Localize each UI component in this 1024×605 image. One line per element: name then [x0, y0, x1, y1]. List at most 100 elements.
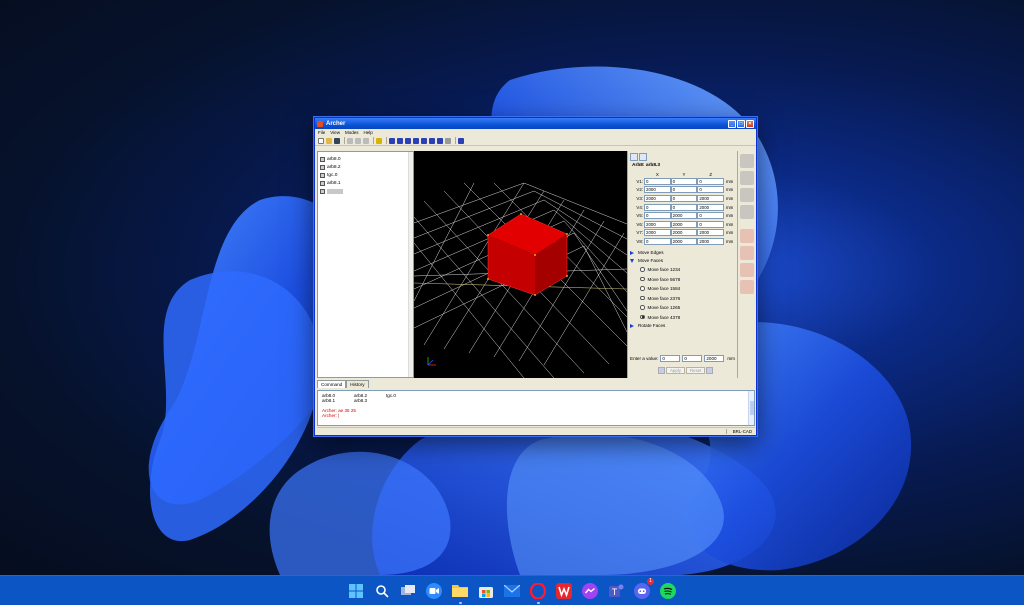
- wps-office-icon[interactable]: [554, 581, 574, 601]
- cone-primitive-icon[interactable]: [397, 137, 403, 144]
- tree-scrollbar[interactable]: [408, 152, 413, 377]
- apply-button[interactable]: Apply: [666, 367, 685, 374]
- center-icon[interactable]: [740, 205, 754, 219]
- vertex-y-field[interactable]: 2000: [670, 237, 698, 245]
- tab-history[interactable]: History: [346, 380, 369, 388]
- vertex-z-field[interactable]: 0: [697, 220, 724, 228]
- open-folder-icon[interactable]: [326, 137, 332, 144]
- radio-button[interactable]: [640, 276, 645, 282]
- menu-file[interactable]: File: [318, 130, 325, 135]
- vertex-x-field[interactable]: 2000: [644, 220, 671, 228]
- vertex-y-field[interactable]: 0: [670, 203, 698, 211]
- translate-component-icon[interactable]: [740, 246, 754, 260]
- center-component-icon[interactable]: [740, 280, 754, 294]
- vertex-z-field[interactable]: 2000: [697, 194, 724, 202]
- object-tree[interactable]: arb8.0 arb8.2 tgc.0 arb8.1 arb8.3: [317, 151, 414, 378]
- combination-icon[interactable]: [458, 137, 464, 144]
- enter-value-z-field[interactable]: 2000: [704, 355, 725, 362]
- vertex-x-field[interactable]: 2000: [644, 186, 671, 194]
- panel-tab-edit-icon[interactable]: [639, 153, 647, 161]
- vertex-x-field[interactable]: 0: [644, 237, 671, 245]
- enter-value-y-field[interactable]: 0: [682, 355, 703, 362]
- paste-icon[interactable]: [363, 137, 369, 144]
- tab-command[interactable]: Command: [317, 380, 347, 388]
- vertex-y-field[interactable]: 2000: [670, 229, 698, 237]
- vertex-z-field[interactable]: 0: [697, 212, 724, 220]
- vertex-y-field[interactable]: 0: [670, 177, 698, 185]
- tree-item[interactable]: arb8.0: [320, 155, 411, 163]
- tree-item[interactable]: arb8.2: [320, 163, 411, 171]
- move-face-radio[interactable]: Move face 1234: [630, 265, 735, 275]
- enter-value-x-field[interactable]: 0: [660, 355, 681, 362]
- previous-arrow-icon[interactable]: [658, 367, 665, 374]
- menu-modes[interactable]: Modes: [345, 130, 359, 135]
- vertex-z-field[interactable]: 0: [697, 177, 724, 185]
- radio-button[interactable]: [640, 286, 645, 291]
- arb8-primitive-icon[interactable]: [389, 137, 395, 144]
- radio-button[interactable]: [640, 295, 645, 301]
- tree-item-selected[interactable]: arb8.3: [320, 187, 411, 195]
- sphere-primitive-icon[interactable]: [413, 137, 419, 144]
- radio-button-checked[interactable]: [640, 314, 645, 320]
- reset-button[interactable]: Reset: [685, 367, 706, 374]
- vertex-x-field[interactable]: 0: [644, 177, 671, 185]
- windows-start-icon[interactable]: [346, 581, 366, 601]
- maximize-button[interactable]: □: [737, 119, 745, 128]
- ellipsoid-primitive-icon[interactable]: [405, 137, 411, 144]
- arb8-red-box[interactable]: [487, 213, 568, 296]
- radio-button[interactable]: [640, 305, 645, 310]
- discord-icon[interactable]: 1: [632, 577, 654, 601]
- mail-icon[interactable]: [502, 581, 522, 601]
- next-arrow-icon[interactable]: [706, 367, 714, 374]
- vertex-x-field[interactable]: 2000: [644, 194, 671, 202]
- scale-component-icon[interactable]: [740, 263, 754, 277]
- task-view-icon[interactable]: [398, 581, 418, 601]
- vertex-x-field[interactable]: 2000: [644, 229, 671, 237]
- translate-icon[interactable]: [740, 171, 754, 185]
- teams-icon[interactable]: T: [606, 581, 626, 601]
- menu-view[interactable]: View: [330, 130, 340, 135]
- save-icon[interactable]: [334, 137, 340, 144]
- panel-tab-properties-icon[interactable]: [630, 153, 638, 161]
- new-file-icon[interactable]: [318, 137, 324, 144]
- rotate-component-icon[interactable]: [740, 229, 754, 243]
- tree-item[interactable]: tgc.0: [320, 171, 411, 179]
- command-console[interactable]: arb8.0 arb8.2 tgc.0 arb8.1 arb8.3 Archer…: [317, 390, 755, 426]
- move-face-radio[interactable]: Move face 5678: [630, 274, 735, 284]
- move-face-radio[interactable]: Move face 1584: [630, 284, 735, 294]
- minimize-button[interactable]: _: [728, 119, 736, 128]
- move-face-radio[interactable]: Move face 2376: [630, 293, 735, 303]
- vertex-y-field[interactable]: 2000: [670, 220, 698, 228]
- measure-icon[interactable]: [445, 137, 451, 144]
- zoom-icon[interactable]: [424, 581, 444, 601]
- spotify-icon[interactable]: [658, 581, 678, 601]
- console-prompt[interactable]: Archer: |: [322, 413, 750, 418]
- close-button[interactable]: ×: [746, 119, 754, 128]
- vertex-y-field[interactable]: 0: [670, 186, 698, 194]
- move-faces-toggle[interactable]: Move Faces: [630, 257, 735, 265]
- vertex-x-field[interactable]: 0: [644, 212, 671, 220]
- vertex-y-field[interactable]: 0: [670, 194, 698, 202]
- rotate-icon[interactable]: [740, 154, 754, 168]
- rotate-faces-toggle[interactable]: Rotate Faces: [630, 322, 735, 330]
- torus-primitive-icon[interactable]: [421, 137, 427, 144]
- menu-help[interactable]: Help: [363, 130, 372, 135]
- search-icon[interactable]: [372, 581, 392, 601]
- 3d-viewport[interactable]: [414, 151, 627, 378]
- scroll-thumb[interactable]: [749, 401, 754, 415]
- vertex-z-field[interactable]: 2000: [697, 237, 724, 245]
- vertex-x-field[interactable]: 0: [644, 203, 671, 211]
- edit-tool-icon[interactable]: [376, 137, 382, 144]
- move-face-radio[interactable]: Move face 1265: [630, 303, 735, 313]
- pipe-primitive-icon[interactable]: [429, 137, 435, 144]
- cut-icon[interactable]: [347, 137, 353, 144]
- console-scrollbar[interactable]: [748, 391, 754, 425]
- move-face-radio-selected[interactable]: Move face 4378: [630, 312, 735, 322]
- messenger-icon[interactable]: [580, 581, 600, 601]
- vertex-z-field[interactable]: 2000: [697, 203, 724, 211]
- copy-icon[interactable]: [355, 137, 361, 144]
- vertex-z-field[interactable]: 0: [697, 186, 724, 194]
- scale-icon[interactable]: [740, 188, 754, 202]
- file-explorer-icon[interactable]: [450, 581, 470, 604]
- vertex-y-field[interactable]: 2000: [670, 212, 698, 220]
